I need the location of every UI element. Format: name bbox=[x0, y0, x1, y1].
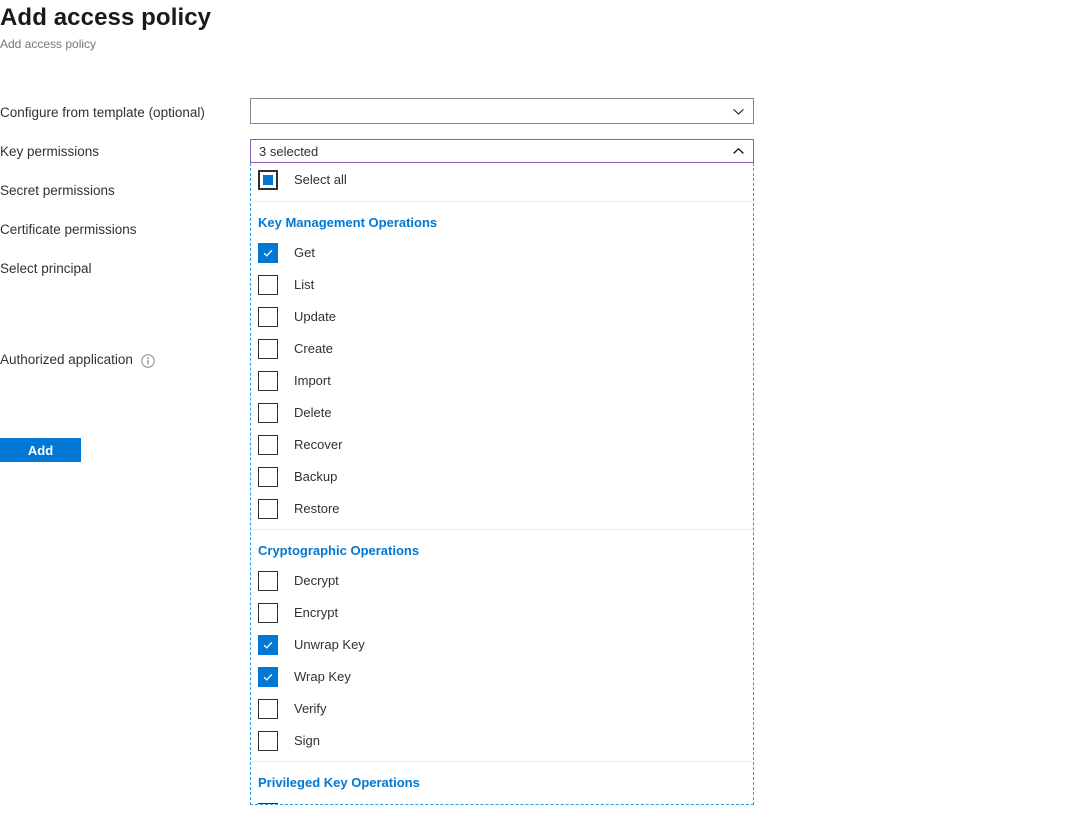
key-permissions-select[interactable]: 3 selected bbox=[250, 139, 754, 163]
label-select-principal: Select principal bbox=[0, 260, 92, 278]
option-verify[interactable]: Verify bbox=[251, 693, 753, 725]
option-list-label: List bbox=[294, 277, 314, 293]
page-header: Add access policy Add access policy bbox=[0, 0, 211, 52]
option-restore[interactable]: Restore bbox=[251, 493, 753, 525]
checkbox-unchecked-icon[interactable] bbox=[258, 571, 278, 591]
checkbox-unchecked-icon[interactable] bbox=[258, 731, 278, 751]
option-wrap-key-label: Wrap Key bbox=[294, 669, 351, 685]
option-create[interactable]: Create bbox=[251, 333, 753, 365]
checkbox-unchecked-icon[interactable] bbox=[258, 499, 278, 519]
checkbox-unchecked-icon[interactable] bbox=[258, 435, 278, 455]
checkbox-checked-icon[interactable] bbox=[258, 667, 278, 687]
chevron-down-icon bbox=[729, 102, 747, 120]
checkbox-unchecked-icon[interactable] bbox=[258, 275, 278, 295]
checkbox-checked-icon[interactable] bbox=[258, 243, 278, 263]
option-wrap-key[interactable]: Wrap Key bbox=[251, 661, 753, 693]
option-sign[interactable]: Sign bbox=[251, 725, 753, 757]
checkbox-unchecked-icon[interactable] bbox=[258, 699, 278, 719]
option-import[interactable]: Import bbox=[251, 365, 753, 397]
option-recover[interactable]: Recover bbox=[251, 429, 753, 461]
label-secret-permissions: Secret permissions bbox=[0, 182, 115, 200]
add-button[interactable]: Add bbox=[0, 438, 81, 462]
option-create-label: Create bbox=[294, 341, 333, 357]
option-unwrap-key-label: Unwrap Key bbox=[294, 637, 365, 653]
option-get-label: Get bbox=[294, 245, 315, 261]
info-icon[interactable] bbox=[141, 354, 155, 368]
option-backup-label: Backup bbox=[294, 469, 337, 485]
option-verify-label: Verify bbox=[294, 701, 327, 717]
option-import-label: Import bbox=[294, 373, 331, 389]
option-select-all-label: Select all bbox=[294, 172, 347, 188]
checkbox-unchecked-icon[interactable] bbox=[258, 603, 278, 623]
checkbox-unchecked-icon[interactable] bbox=[258, 371, 278, 391]
option-purge[interactable]: Purge bbox=[251, 797, 753, 805]
checkbox-unchecked-icon[interactable] bbox=[258, 803, 278, 805]
option-select-all[interactable]: Select all bbox=[251, 163, 753, 196]
option-decrypt[interactable]: Decrypt bbox=[251, 565, 753, 597]
option-get[interactable]: Get bbox=[251, 237, 753, 269]
option-list[interactable]: List bbox=[251, 269, 753, 301]
checkbox-unchecked-icon[interactable] bbox=[258, 339, 278, 359]
checkbox-unchecked-icon[interactable] bbox=[258, 403, 278, 423]
label-authorized-application-text: Authorized application bbox=[0, 351, 133, 369]
checkbox-indeterminate-icon[interactable] bbox=[258, 170, 278, 190]
option-update-label: Update bbox=[294, 309, 336, 325]
option-update[interactable]: Update bbox=[251, 301, 753, 333]
configure-from-template-select[interactable] bbox=[250, 98, 754, 124]
group-header-key-management: Key Management Operations bbox=[251, 201, 753, 237]
option-sign-label: Sign bbox=[294, 733, 320, 749]
option-backup[interactable]: Backup bbox=[251, 461, 753, 493]
option-restore-label: Restore bbox=[294, 501, 340, 517]
group-header-privileged: Privileged Key Operations bbox=[251, 761, 753, 797]
key-permissions-value: 3 selected bbox=[259, 144, 729, 159]
page-subtitle: Add access policy bbox=[0, 36, 211, 52]
group-header-cryptographic: Cryptographic Operations bbox=[251, 529, 753, 565]
option-delete-label: Delete bbox=[294, 405, 332, 421]
label-configure-from-template: Configure from template (optional) bbox=[0, 104, 205, 122]
checkbox-unchecked-icon[interactable] bbox=[258, 307, 278, 327]
option-unwrap-key[interactable]: Unwrap Key bbox=[251, 629, 753, 661]
option-recover-label: Recover bbox=[294, 437, 342, 453]
page-title: Add access policy bbox=[0, 2, 211, 34]
label-key-permissions: Key permissions bbox=[0, 143, 99, 161]
option-decrypt-label: Decrypt bbox=[294, 573, 339, 589]
chevron-up-icon[interactable] bbox=[729, 142, 747, 160]
option-encrypt-label: Encrypt bbox=[294, 605, 338, 621]
checkbox-checked-icon[interactable] bbox=[258, 635, 278, 655]
key-permissions-dropdown[interactable]: Select all Key Management Operations Get… bbox=[250, 163, 754, 805]
label-authorized-application: Authorized application bbox=[0, 351, 155, 369]
option-delete[interactable]: Delete bbox=[251, 397, 753, 429]
checkbox-unchecked-icon[interactable] bbox=[258, 467, 278, 487]
label-certificate-permissions: Certificate permissions bbox=[0, 221, 137, 239]
option-encrypt[interactable]: Encrypt bbox=[251, 597, 753, 629]
